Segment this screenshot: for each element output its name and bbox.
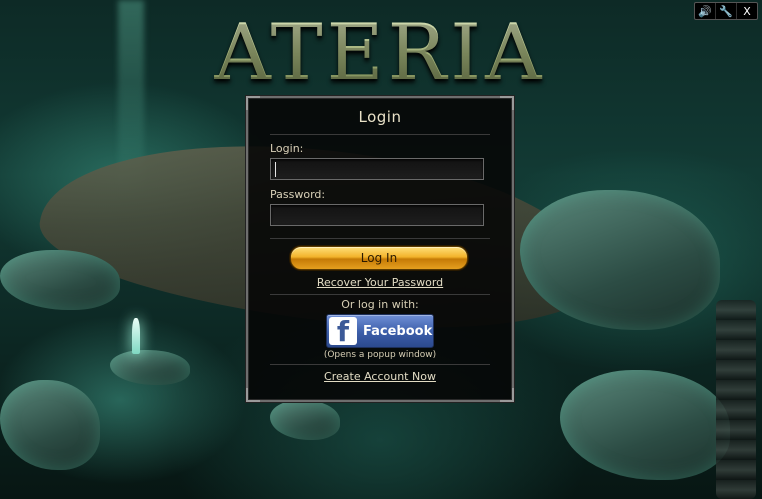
panel-title: Login — [358, 108, 402, 126]
panel-corner-ornament — [246, 388, 260, 402]
panel-corner-ornament — [500, 388, 514, 402]
divider — [270, 238, 490, 239]
floating-rock — [270, 400, 340, 440]
floating-rock — [560, 370, 730, 480]
password-label: Password: — [270, 188, 326, 201]
facebook-popup-note: (Opens a popup window) — [323, 350, 437, 360]
settings-button[interactable]: 🔧 — [715, 3, 736, 19]
game-logo: ATERIA — [180, 8, 580, 108]
floating-rock — [110, 350, 190, 385]
facebook-icon: f — [329, 317, 357, 345]
facebook-login-button[interactable]: f Facebook — [326, 314, 434, 348]
password-input[interactable] — [270, 204, 484, 226]
wrench-icon: 🔧 — [719, 4, 733, 18]
log-in-button[interactable]: Log In — [290, 246, 468, 270]
window-controls: 🔊 🔧 X — [694, 2, 758, 20]
close-icon: X — [743, 4, 751, 18]
facebook-button-label: Facebook — [363, 323, 433, 339]
floating-rock — [0, 380, 100, 470]
login-panel: Login Login: Password: Log In Recover Yo… — [246, 96, 514, 402]
recover-password-link[interactable]: Recover Your Password — [248, 276, 512, 289]
alt-login-text: Or log in with: — [341, 298, 419, 311]
login-label: Login: — [270, 142, 304, 155]
divider — [270, 294, 490, 295]
login-input[interactable] — [270, 158, 484, 180]
sound-toggle-button[interactable]: 🔊 — [695, 3, 715, 19]
divider — [270, 364, 490, 365]
floating-rock — [0, 250, 120, 310]
hanging-chain — [716, 300, 756, 499]
speaker-icon: 🔊 — [698, 4, 712, 18]
glowing-candle — [132, 318, 140, 354]
create-account-link[interactable]: Create Account Now — [248, 370, 512, 383]
close-button[interactable]: X — [736, 3, 757, 19]
divider — [270, 134, 490, 135]
